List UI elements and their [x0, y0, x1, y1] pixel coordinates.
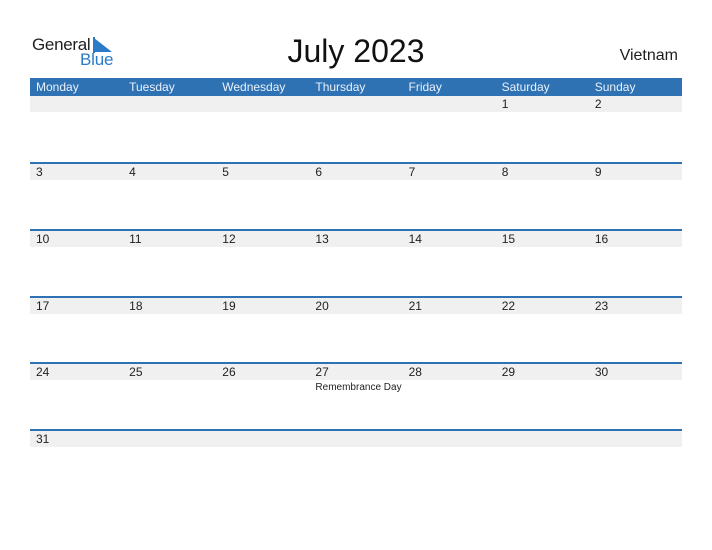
day-cell[interactable]: 20	[309, 298, 402, 362]
day-cell	[216, 431, 309, 495]
day-number: 21	[408, 299, 422, 313]
day-number: 30	[594, 365, 609, 379]
day-number: 31	[36, 432, 50, 446]
day-number: 22	[501, 299, 516, 313]
day-cell[interactable]: 16	[589, 231, 682, 295]
weekday-wednesday: Wednesday	[222, 80, 286, 94]
day-number: 8	[501, 165, 509, 179]
day-number: 15	[501, 232, 516, 246]
country-label: Vietnam	[619, 47, 678, 64]
day-number: 7	[408, 165, 416, 179]
day-cell[interactable]: 1	[496, 96, 589, 160]
weekday-tuesday: Tuesday	[129, 80, 175, 94]
calendar-title: July 2023	[287, 33, 425, 69]
day-number: 17	[36, 299, 50, 313]
day-number: 12	[222, 232, 236, 246]
day-cell	[309, 431, 402, 495]
holiday-label: Remembrance Day	[315, 382, 402, 393]
day-cell	[403, 96, 496, 160]
day-cell	[123, 96, 216, 160]
day-number: 2	[594, 97, 602, 111]
day-cell[interactable]: 30	[589, 364, 682, 428]
day-cell[interactable]: 15	[496, 231, 589, 295]
day-number: 25	[129, 365, 143, 379]
weekday-friday: Friday	[408, 80, 442, 94]
week-row: 17 18 19 20 21 22 23	[30, 296, 682, 364]
day-number: 16	[594, 232, 609, 246]
day-cell[interactable]: 31	[30, 431, 123, 495]
day-cell[interactable]: 8	[496, 164, 589, 228]
weekday-sunday: Sunday	[594, 80, 636, 94]
day-cell[interactable]: 25	[123, 364, 216, 428]
day-cell[interactable]: 4	[123, 164, 216, 228]
day-cell[interactable]: 14	[403, 231, 496, 295]
day-number: 4	[129, 165, 136, 179]
day-number: 10	[36, 232, 50, 246]
day-number: 14	[408, 232, 422, 246]
day-number: 29	[501, 365, 516, 379]
day-cell[interactable]: 10	[30, 231, 123, 295]
day-cell[interactable]: 2	[589, 96, 682, 160]
week-row: 3 4 5 6 7 8 9	[30, 162, 682, 230]
day-cell	[589, 431, 682, 495]
day-number: 26	[222, 365, 236, 379]
day-number: 20	[315, 299, 329, 313]
day-cell[interactable]: 19	[216, 298, 309, 362]
weekday-thursday: Thursday	[315, 80, 366, 94]
day-number: 23	[594, 299, 609, 313]
day-cell[interactable]: 24	[30, 364, 123, 428]
day-number: 27	[315, 365, 329, 379]
week-row: 24 25 26 27 Remembrance Day 28 29 30	[30, 362, 682, 430]
day-number: 13	[315, 232, 329, 246]
day-cell	[123, 431, 216, 495]
day-number: 6	[315, 165, 323, 179]
weekday-header: Monday Tuesday Wednesday Thursday Friday…	[30, 78, 682, 96]
day-cell	[216, 96, 309, 160]
day-cell[interactable]: 3	[30, 164, 123, 228]
day-number: 11	[129, 232, 142, 246]
day-cell[interactable]: 27 Remembrance Day	[309, 364, 402, 428]
week-row: 10 11 12 13 14 15 16	[30, 229, 682, 297]
day-cell[interactable]: 6	[309, 164, 402, 228]
day-cell[interactable]: 29	[496, 364, 589, 428]
day-cell	[496, 431, 589, 495]
day-number: 24	[36, 365, 50, 379]
week-row: 31	[30, 429, 682, 497]
day-cell[interactable]: 26	[216, 364, 309, 428]
day-cell[interactable]: 21	[403, 298, 496, 362]
day-number: 19	[222, 299, 236, 313]
day-cell[interactable]: 23	[589, 298, 682, 362]
day-cell[interactable]: 18	[123, 298, 216, 362]
day-number: 5	[222, 165, 229, 179]
day-cell[interactable]: 9	[589, 164, 682, 228]
weekday-saturday: Saturday	[501, 80, 550, 94]
day-cell	[403, 431, 496, 495]
day-cell[interactable]: 5	[216, 164, 309, 228]
day-cell[interactable]: 11	[123, 231, 216, 295]
weekday-monday: Monday	[36, 80, 79, 94]
day-cell[interactable]: 17	[30, 298, 123, 362]
week-row: 12	[30, 96, 682, 162]
day-number: 1	[501, 97, 509, 111]
day-cell[interactable]: 28	[403, 364, 496, 428]
day-number: 18	[129, 299, 143, 313]
day-cell[interactable]: 7	[403, 164, 496, 228]
day-cell	[30, 96, 123, 160]
day-number: 9	[594, 165, 602, 179]
day-cell[interactable]: 13	[309, 231, 402, 295]
day-cell	[309, 96, 402, 160]
day-number: 28	[408, 365, 422, 379]
day-cell[interactable]: 12	[216, 231, 309, 295]
day-cell[interactable]: 22	[496, 298, 589, 362]
day-number: 3	[36, 165, 43, 179]
